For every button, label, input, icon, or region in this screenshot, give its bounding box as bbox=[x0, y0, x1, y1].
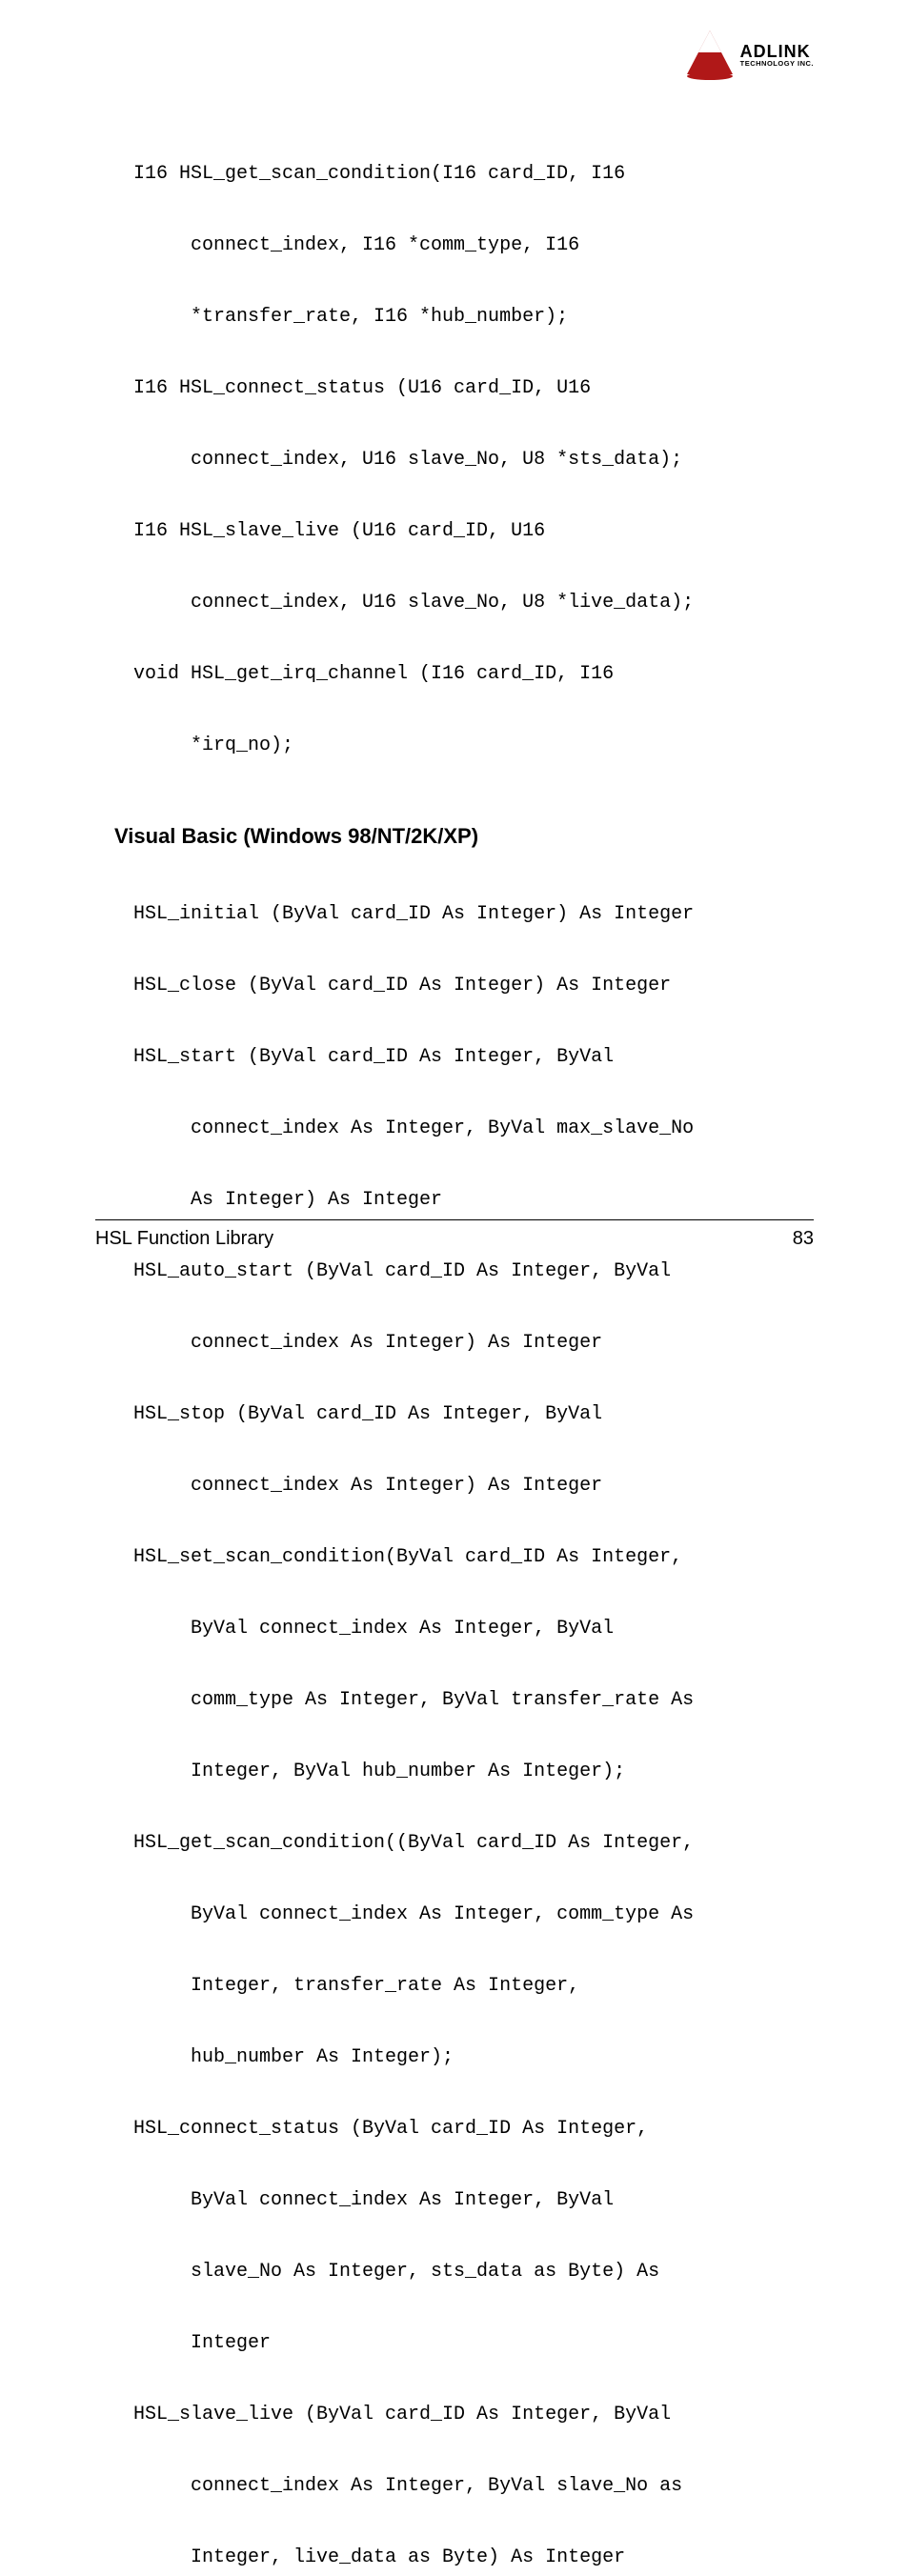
code-line: HSL_set_scan_condition(ByVal card_ID As … bbox=[133, 1545, 814, 1569]
adlink-triangle-icon bbox=[681, 29, 738, 82]
code-line: connect_index, I16 *comm_type, I16 bbox=[133, 233, 814, 257]
brand-name-line1: ADLINK bbox=[740, 43, 814, 60]
code-line: connect_index As Integer, ByVal slave_No… bbox=[133, 2474, 814, 2498]
code-line: HSL_auto_start (ByVal card_ID As Integer… bbox=[133, 1259, 814, 1283]
code-line: As Integer) As Integer bbox=[133, 1188, 814, 1212]
code-line: connect_index As Integer) As Integer bbox=[133, 1331, 814, 1355]
code-line: HSL_get_scan_condition((ByVal card_ID As… bbox=[133, 1831, 814, 1855]
code-line: I16 HSL_get_scan_condition(I16 card_ID, … bbox=[133, 162, 814, 186]
code-line: comm_type As Integer, ByVal transfer_rat… bbox=[133, 1688, 814, 1712]
page-number: 83 bbox=[793, 1228, 814, 1250]
code-line: ByVal connect_index As Integer, comm_typ… bbox=[133, 1902, 814, 1926]
code-line: Integer, live_data as Byte) As Integer bbox=[133, 2546, 814, 2569]
code-line: connect_index As Integer) As Integer bbox=[133, 1474, 814, 1498]
code-line: HSL_close (ByVal card_ID As Integer) As … bbox=[133, 974, 814, 997]
brand-logo: ADLINK TECHNOLOGY INC. bbox=[681, 29, 814, 82]
footer-title: HSL Function Library bbox=[95, 1228, 273, 1250]
brand-name-line2: TECHNOLOGY INC. bbox=[740, 60, 814, 68]
code-line: connect_index, U16 slave_No, U8 *sts_dat… bbox=[133, 448, 814, 472]
brand-name: ADLINK TECHNOLOGY INC. bbox=[740, 43, 814, 68]
code-line: ByVal connect_index As Integer, ByVal bbox=[133, 2188, 814, 2212]
code-line: HSL_connect_status (ByVal card_ID As Int… bbox=[133, 2117, 814, 2141]
c-code-block: I16 HSL_get_scan_condition(I16 card_ID, … bbox=[133, 114, 814, 805]
code-line: HSL_stop (ByVal card_ID As Integer, ByVa… bbox=[133, 1402, 814, 1426]
code-line: HSL_initial (ByVal card_ID As Integer) A… bbox=[133, 902, 814, 926]
code-line: I16 HSL_slave_live (U16 card_ID, U16 bbox=[133, 519, 814, 543]
code-line: *irq_no); bbox=[133, 734, 814, 757]
code-line: Integer, transfer_rate As Integer, bbox=[133, 1974, 814, 1998]
code-line: Integer, ByVal hub_number As Integer); bbox=[133, 1760, 814, 1783]
code-line: ByVal connect_index As Integer, ByVal bbox=[133, 1617, 814, 1640]
code-line: slave_No As Integer, sts_data as Byte) A… bbox=[133, 2260, 814, 2284]
code-line: Integer bbox=[133, 2331, 814, 2355]
vb-heading: Visual Basic (Windows 98/NT/2K/XP) bbox=[114, 824, 814, 849]
code-line: connect_index As Integer, ByVal max_slav… bbox=[133, 1117, 814, 1140]
code-line: HSL_start (ByVal card_ID As Integer, ByV… bbox=[133, 1045, 814, 1069]
code-line: hub_number As Integer); bbox=[133, 2045, 814, 2069]
code-line: void HSL_get_irq_channel (I16 card_ID, I… bbox=[133, 662, 814, 686]
code-line: I16 HSL_connect_status (U16 card_ID, U16 bbox=[133, 376, 814, 400]
code-line: HSL_slave_live (ByVal card_ID As Integer… bbox=[133, 2403, 814, 2426]
page-footer: HSL Function Library 83 bbox=[95, 1219, 814, 1250]
code-line: connect_index, U16 slave_No, U8 *live_da… bbox=[133, 591, 814, 614]
vb-code-block: HSL_initial (ByVal card_ID As Integer) A… bbox=[133, 855, 814, 2576]
page-content: I16 HSL_get_scan_condition(I16 card_ID, … bbox=[95, 29, 814, 2576]
code-line: *transfer_rate, I16 *hub_number); bbox=[133, 305, 814, 329]
